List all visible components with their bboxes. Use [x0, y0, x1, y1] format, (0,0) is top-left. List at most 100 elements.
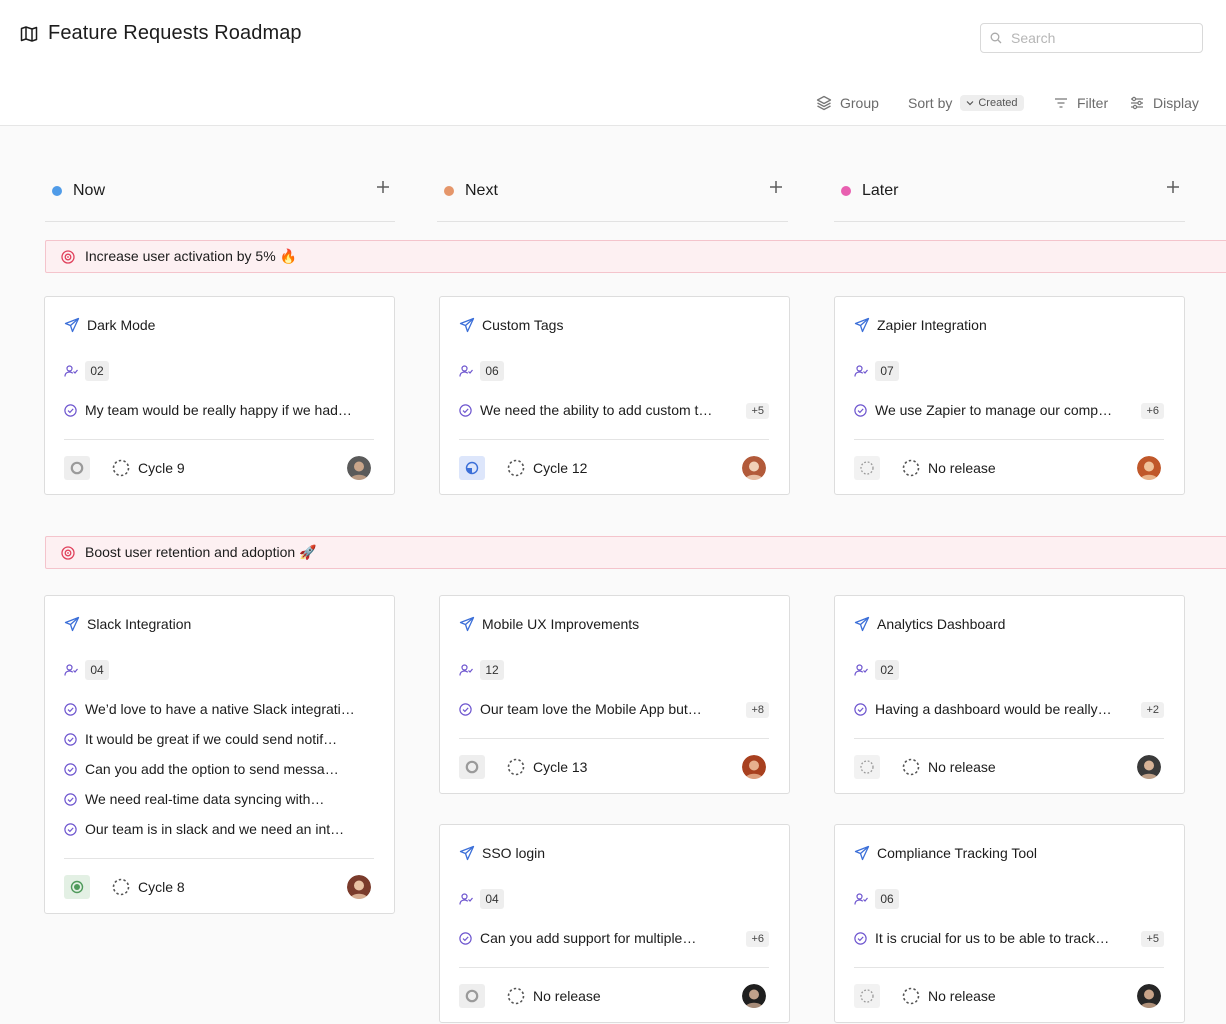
request-item[interactable]: Can you add support for multiple… [459, 930, 696, 946]
request-item[interactable]: We need the ability to add custom t… [459, 402, 712, 418]
more-requests-badge[interactable]: +5 [746, 403, 769, 419]
search-input[interactable] [1011, 30, 1191, 46]
column-color-dot [841, 186, 851, 196]
feature-card[interactable]: Mobile UX Improvements 12 Our team love th… [439, 595, 790, 794]
avatar[interactable] [1137, 984, 1161, 1008]
card-title: Compliance Tracking Tool [877, 845, 1038, 861]
status-icon[interactable] [64, 456, 90, 480]
request-item[interactable]: We need real-time data syncing with… [64, 791, 324, 807]
request-item[interactable]: Our team love the Mobile App but… [459, 701, 702, 717]
user-vote-icon [854, 663, 868, 677]
card-title: Custom Tags [482, 317, 564, 333]
goal-label: Increase user activation by 5% 🔥 [85, 248, 297, 264]
more-requests-badge[interactable]: +2 [1141, 702, 1164, 718]
request-item[interactable]: It is crucial for us to be able to track… [854, 930, 1109, 946]
cycle-badge[interactable]: Cycle 8 [112, 878, 185, 896]
more-requests-badge[interactable]: +6 [1141, 403, 1164, 419]
more-requests-badge[interactable]: +5 [1141, 931, 1164, 947]
avatar[interactable] [347, 456, 371, 480]
request-item[interactable]: Our team is in slack and we need an int… [64, 821, 344, 837]
display-button[interactable]: Display [1129, 95, 1199, 111]
card-title-row: Custom Tags [459, 317, 563, 333]
more-requests-badge[interactable]: +8 [746, 702, 769, 718]
more-requests-badge[interactable]: +6 [746, 931, 769, 947]
sort-label: Sort by [908, 95, 953, 111]
cycle-badge[interactable]: Cycle 12 [507, 459, 587, 477]
feature-card[interactable]: Analytics Dashboard 02 Having a dashboard … [834, 595, 1185, 794]
paper-plane-icon [64, 616, 80, 632]
card-title: Zapier Integration [877, 317, 987, 333]
avatar[interactable] [742, 984, 766, 1008]
feature-card[interactable]: Dark Mode 02 My team would be really happy… [44, 296, 395, 495]
request-item[interactable]: It would be great if we could send notif… [64, 731, 337, 747]
filter-button[interactable]: Filter [1053, 95, 1108, 111]
feature-card[interactable]: Slack Integration 04 We’d love to have a n… [44, 595, 395, 914]
feature-card[interactable]: Compliance Tracking Tool 06 It is crucial … [834, 824, 1185, 1023]
column-name: Next [465, 182, 498, 199]
column-name: Later [862, 182, 899, 199]
card-divider [854, 967, 1164, 968]
request-text: We need real-time data syncing with… [85, 791, 325, 807]
request-item[interactable]: We’d love to have a native Slack integra… [64, 701, 355, 717]
status-icon[interactable] [64, 875, 90, 899]
card-footer: No release [854, 754, 1164, 780]
check-circle-icon [459, 702, 472, 716]
request-text: We use Zapier to manage our comp… [875, 402, 1113, 418]
search-box[interactable] [980, 23, 1203, 53]
title-area: Feature Requests Roadmap [20, 22, 302, 45]
group-button[interactable]: Group [816, 95, 879, 111]
check-circle-icon [64, 403, 77, 417]
cycle-icon [112, 878, 130, 896]
request-item[interactable]: We use Zapier to manage our comp… [854, 402, 1112, 418]
cycle-badge[interactable]: No release [902, 459, 996, 477]
votes-row: 07 [854, 361, 899, 381]
feature-card[interactable]: SSO login 04 Can you add support for multi… [439, 824, 790, 1023]
status-icon[interactable] [854, 456, 880, 480]
sort-value: Created [978, 97, 1018, 109]
feature-card[interactable]: Zapier Integration 07 We use Zapier to man… [834, 296, 1185, 495]
avatar[interactable] [1137, 456, 1161, 480]
request-item[interactable]: Having a dashboard would be really… [854, 701, 1112, 717]
avatar[interactable] [742, 755, 766, 779]
cycle-badge[interactable]: No release [902, 758, 996, 776]
sort-dropdown[interactable]: Created [960, 95, 1024, 111]
card-title: Dark Mode [87, 317, 156, 333]
check-circle-icon [459, 403, 472, 417]
votes-row: 06 [459, 361, 504, 381]
request-item[interactable]: My team would be really happy if we had… [64, 402, 352, 418]
status-icon[interactable] [459, 755, 485, 779]
goal-banner[interactable]: Boost user retention and adoption 🚀 [45, 536, 1226, 569]
cycle-badge[interactable]: Cycle 9 [112, 459, 185, 477]
check-circle-icon [459, 931, 472, 945]
request-text: We need the ability to add custom t… [480, 402, 713, 418]
paper-plane-icon [459, 317, 475, 333]
goal-label: Boost user retention and adoption 🚀 [85, 544, 317, 560]
cycle-badge[interactable]: Cycle 13 [507, 758, 587, 776]
status-icon[interactable] [459, 984, 485, 1008]
cycle-badge[interactable]: No release [902, 987, 996, 1005]
votes-row: 02 [64, 361, 109, 381]
check-circle-icon [854, 403, 867, 417]
feature-card[interactable]: Custom Tags 06 We need the ability to add … [439, 296, 790, 495]
cycle-icon [902, 987, 920, 1005]
add-item-icon[interactable] [376, 180, 390, 194]
cycle-badge[interactable]: No release [507, 987, 601, 1005]
avatar[interactable] [1137, 755, 1161, 779]
add-item-icon[interactable] [769, 180, 783, 194]
sort-control[interactable]: Sort by Created [908, 95, 1024, 111]
request-item[interactable]: Can you add the option to send messa… [64, 761, 339, 777]
add-item-icon[interactable] [1166, 180, 1180, 194]
display-label: Display [1153, 95, 1199, 111]
avatar[interactable] [742, 456, 766, 480]
column-color-dot [444, 186, 454, 196]
card-divider [459, 967, 769, 968]
card-divider [64, 439, 374, 440]
card-title: Mobile UX Improvements [482, 616, 640, 632]
avatar[interactable] [347, 875, 371, 899]
goal-banner[interactable]: Increase user activation by 5% 🔥 [45, 240, 1226, 273]
status-icon[interactable] [459, 456, 485, 480]
card-divider [459, 738, 769, 739]
status-icon[interactable] [854, 984, 880, 1008]
vote-count: 02 [875, 660, 899, 680]
status-icon[interactable] [854, 755, 880, 779]
